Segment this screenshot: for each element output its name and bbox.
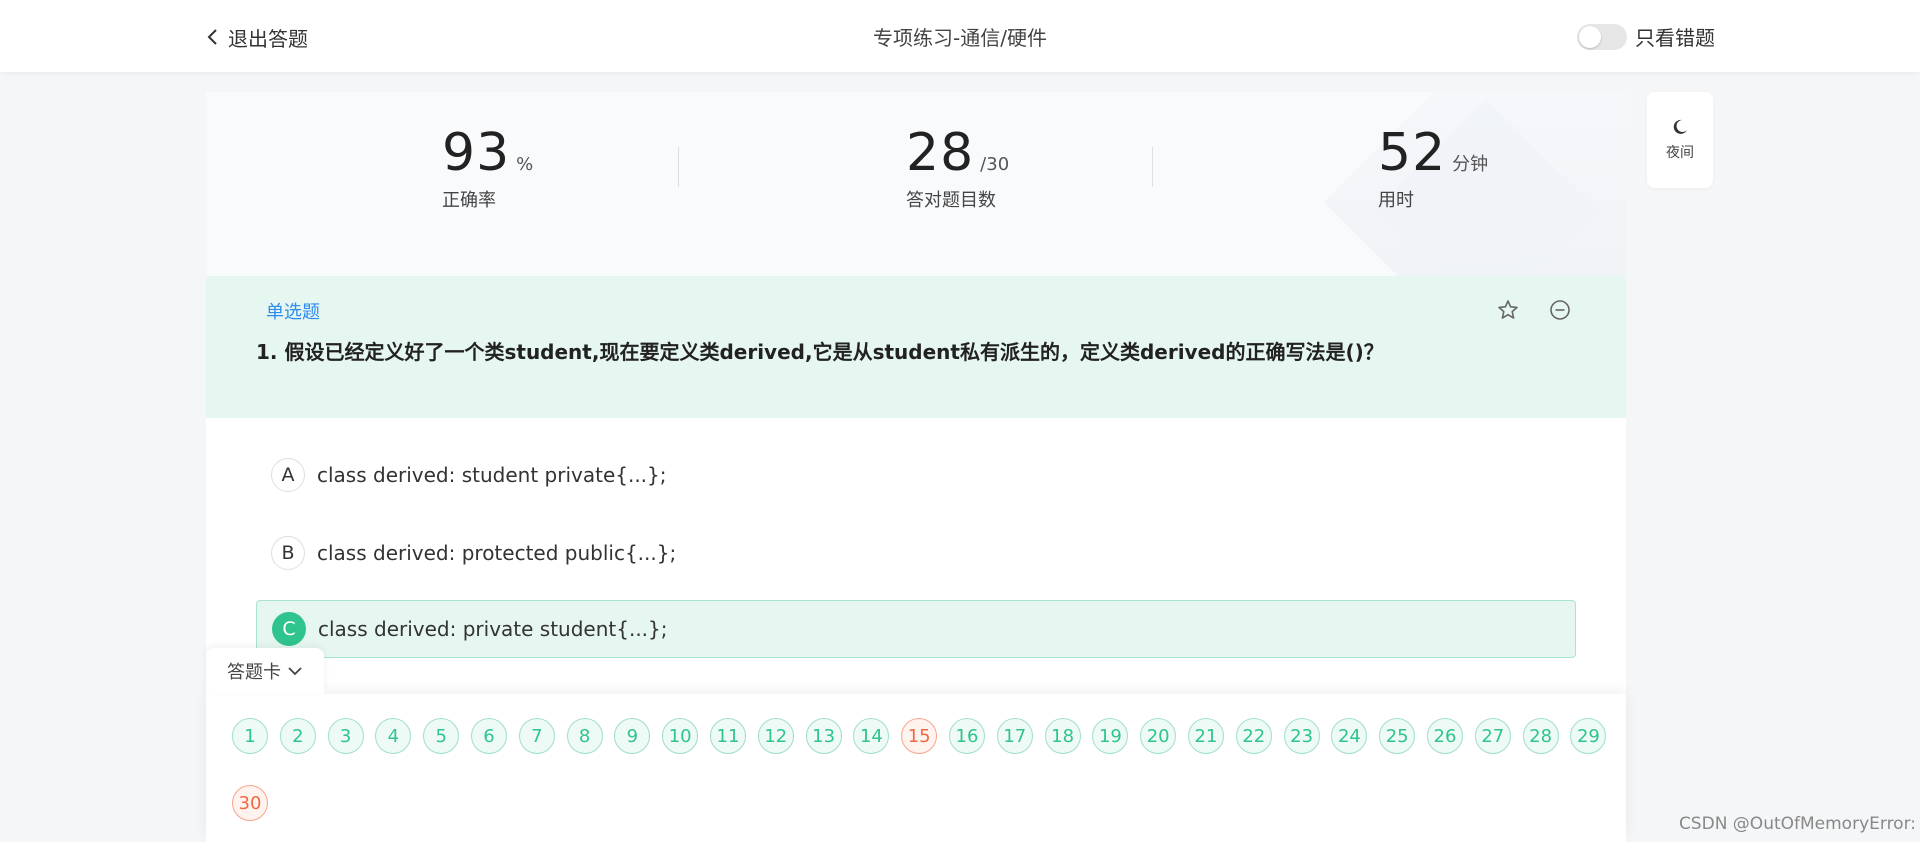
answer-card-panel: 1 2 3 4 5 6 7 8 9 10 11 12 13 14 15 16 17 18 19 20 21 22 23 24 2… (206, 694, 1626, 842)
night-mode-button[interactable]: 夜间 (1647, 92, 1713, 188)
question-number-5[interactable]: 5 (423, 718, 460, 754)
wrong-only-label: 只看错题 (1635, 26, 1715, 50)
option-c[interactable]: C class derived: private student{...}; (256, 600, 1576, 658)
switch-knob (1579, 25, 1601, 48)
stat-unit: /30 (980, 154, 1010, 175)
answer-card-label: 答题卡 (227, 662, 281, 683)
watermark: CSDN @OutOfMemoryError: (1678, 814, 1916, 834)
option-text: class derived: private student{...}; (318, 617, 668, 641)
stat-value: 52 (1378, 123, 1447, 183)
option-b[interactable]: B class derived: protected public{...}; (256, 524, 1576, 582)
stat-value: 28 (906, 123, 975, 183)
stat-time-used: 52 分钟 用时 (1378, 122, 1488, 212)
stat-value: 93 (442, 123, 511, 183)
question-number-21[interactable]: 21 (1188, 718, 1224, 754)
wrong-only-toggle-group: 只看错题 (1577, 22, 1715, 51)
question-number-28[interactable]: 28 (1522, 718, 1559, 754)
option-text: class derived: protected public{...}; (317, 541, 677, 565)
stat-label: 正确率 (442, 190, 496, 211)
question-text: 1. 假设已经定义好了一个类student,现在要定义类derived,它是从s… (256, 340, 1384, 364)
question-number-17[interactable]: 17 (996, 718, 1033, 754)
question-number-3[interactable]: 3 (327, 718, 364, 754)
question-number-23[interactable]: 23 (1283, 718, 1320, 754)
minus-circle-icon[interactable] (1548, 298, 1572, 322)
question-number-27[interactable]: 27 (1474, 718, 1511, 754)
stat-unit: % (516, 154, 534, 175)
question-number-14[interactable]: 14 (853, 718, 890, 754)
star-icon[interactable] (1496, 298, 1520, 322)
stats-panel: 93% 正确率 28/30 答对题目数 52 分钟 用时 (206, 92, 1626, 276)
question-number-10[interactable]: 10 (662, 718, 699, 754)
stat-label: 答对题目数 (906, 190, 996, 211)
stat-label: 用时 (1378, 190, 1414, 211)
wrong-only-switch[interactable] (1577, 23, 1627, 50)
question-number-9[interactable]: 9 (614, 718, 651, 754)
stat-unit: 分钟 (1452, 154, 1489, 175)
question-number-15[interactable]: 15 (901, 718, 938, 754)
question-block: 单选题 1. 假设已经定义好了一个类student,现在要定义类derived,… (206, 276, 1626, 418)
top-bar: 退出答题 专项练习-通信/硬件 只看错题 (0, 0, 1920, 72)
question-number-16[interactable]: 16 (949, 718, 985, 754)
question-number-20[interactable]: 20 (1140, 718, 1177, 754)
question-number-22[interactable]: 22 (1235, 718, 1272, 754)
option-letter: A (271, 458, 305, 492)
stat-correct-count: 28/30 答对题目数 (906, 122, 1009, 212)
stat-divider (678, 147, 679, 187)
option-letter: C (272, 612, 306, 646)
question-number-24[interactable]: 24 (1331, 718, 1368, 754)
option-a[interactable]: A class derived: student private{...}; (256, 446, 1576, 504)
stat-accuracy: 93% 正确率 (442, 122, 533, 212)
question-number-6[interactable]: 6 (471, 718, 507, 754)
question-number-19[interactable]: 19 (1092, 718, 1129, 754)
option-letter: B (271, 536, 305, 570)
question-number-8[interactable]: 8 (566, 718, 603, 754)
option-text: class derived: student private{...}; (317, 463, 667, 487)
question-number-13[interactable]: 13 (805, 718, 842, 754)
question-type-badge: 单选题 (266, 302, 320, 323)
stat-divider (1152, 147, 1153, 187)
question-number-26[interactable]: 26 (1427, 718, 1463, 754)
night-mode-label: 夜间 (1666, 145, 1694, 161)
chevron-down-icon (288, 667, 302, 676)
question-number-12[interactable]: 12 (757, 718, 794, 754)
question-number-30[interactable]: 30 (232, 785, 268, 821)
moon-icon (1673, 119, 1687, 134)
question-number-11[interactable]: 11 (710, 718, 746, 754)
question-number-29[interactable]: 29 (1570, 718, 1607, 754)
answer-card-tab[interactable]: 答题卡 (206, 648, 324, 694)
question-number-2[interactable]: 2 (279, 718, 316, 754)
question-number-1[interactable]: 1 (232, 718, 268, 754)
question-number-25[interactable]: 25 (1379, 718, 1416, 754)
question-number-4[interactable]: 4 (375, 718, 412, 754)
question-number-18[interactable]: 18 (1044, 718, 1081, 754)
question-number-7[interactable]: 7 (518, 718, 555, 754)
